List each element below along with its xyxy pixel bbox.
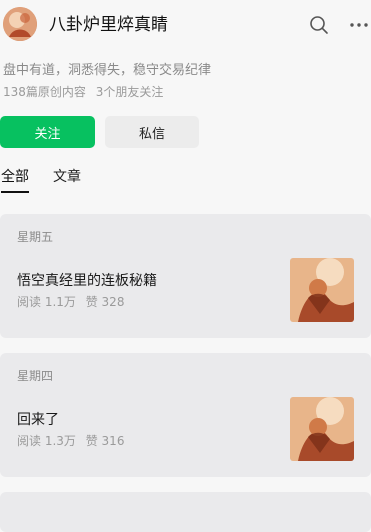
post-thumbnail[interactable] — [290, 258, 354, 322]
post-day: 星期五 — [17, 230, 54, 244]
post-card[interactable] — [0, 492, 371, 532]
profile-header: 八卦炉里焠真睛 — [0, 0, 371, 52]
post-title[interactable]: 回来了 — [17, 411, 59, 429]
follow-button[interactable]: 关注 — [0, 116, 95, 148]
post-day: 星期四 — [17, 369, 54, 383]
like-count: 赞 328 — [85, 295, 125, 309]
article-count: 138篇原创内容 — [3, 85, 86, 99]
account-name: 八卦炉里焠真睛 — [49, 15, 168, 35]
read-count: 阅读 1.3万 — [17, 434, 76, 448]
profile-bio: 盘中有道，洞悉得失，稳守交易纪律 — [3, 63, 212, 78]
post-thumbnail[interactable] — [290, 397, 354, 461]
tab-all[interactable]: 全部 — [1, 168, 29, 186]
post-meta: 阅读 1.1万 赞 328 — [17, 295, 130, 309]
profile-stats: 138篇原创内容 3个朋友关注 — [3, 85, 169, 99]
post-title[interactable]: 悟空真经里的连板秘籍 — [17, 272, 157, 290]
search-icon[interactable] — [309, 15, 329, 35]
friend-follow-count: 3个朋友关注 — [95, 85, 164, 99]
message-button[interactable]: 私信 — [105, 116, 199, 148]
active-tab-indicator — [1, 191, 29, 193]
post-card[interactable]: 星期五 悟空真经里的连板秘籍 阅读 1.1万 赞 328 — [0, 214, 371, 338]
post-meta: 阅读 1.3万 赞 316 — [17, 434, 130, 448]
post-card[interactable]: 星期四 回来了 阅读 1.3万 赞 316 — [0, 353, 371, 477]
more-icon[interactable] — [348, 16, 370, 34]
read-count: 阅读 1.1万 — [17, 295, 76, 309]
tab-articles[interactable]: 文章 — [53, 168, 81, 186]
avatar[interactable] — [3, 7, 37, 41]
like-count: 赞 316 — [85, 434, 125, 448]
